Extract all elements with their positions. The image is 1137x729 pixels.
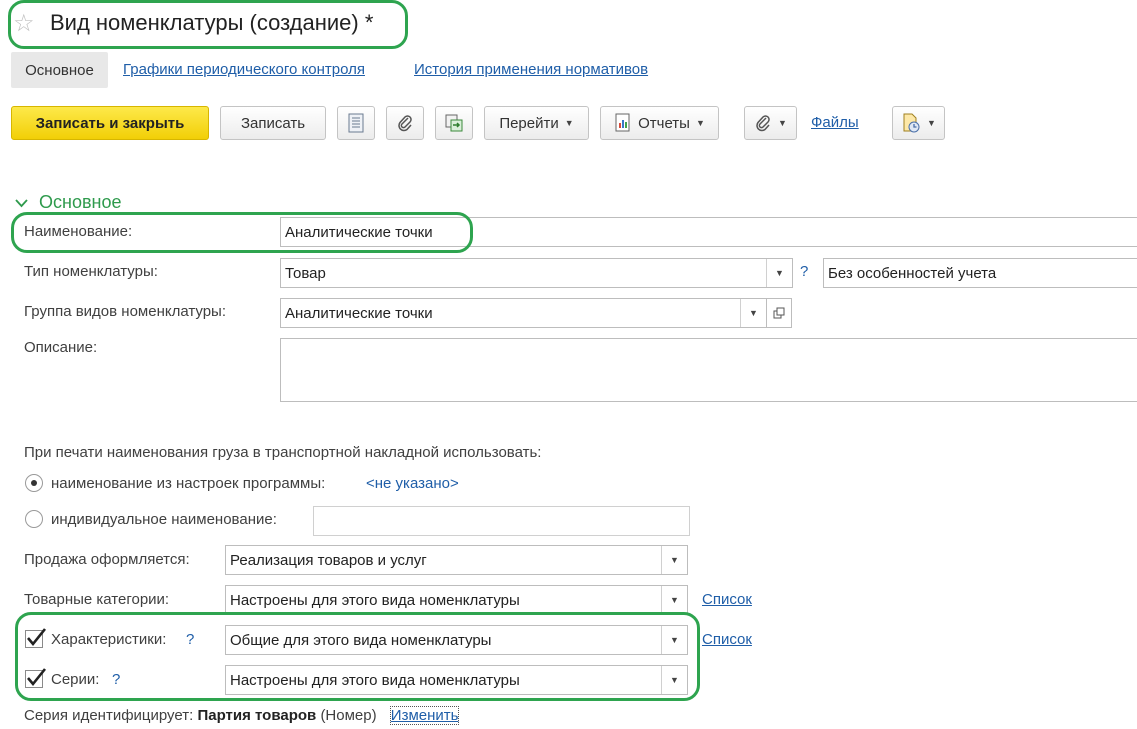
individual-name-input[interactable] [313, 506, 690, 536]
description-textarea[interactable] [280, 338, 1137, 402]
reports-label: Отчеты [638, 114, 690, 132]
attachments-menu-button[interactable]: ▼ [744, 106, 797, 140]
save-and-close-button[interactable]: Записать и закрыть [11, 106, 209, 140]
characteristics-value: Общие для этого вида номенклатуры [230, 631, 492, 649]
radio-individual-label: индивидуальное наименование: [51, 511, 277, 528]
type-label: Тип номенклатуры: [24, 263, 158, 280]
open-window-icon [773, 307, 785, 319]
page-title: Вид номенклатуры (создание) * [50, 10, 374, 35]
list-view-button[interactable] [337, 106, 375, 140]
save-button[interactable]: Записать [220, 106, 326, 140]
sale-label: Продажа оформляется: [24, 551, 190, 568]
favorite-star-icon[interactable]: ☆ [13, 9, 35, 38]
series-label: Серии: [51, 671, 100, 688]
group-label: Группа видов номенклатуры: [24, 303, 227, 320]
series-identifies-value: Партия товаров [197, 707, 317, 724]
characteristics-list-link[interactable]: Список [702, 631, 752, 648]
tab-norms-history[interactable]: История применения нормативов [414, 61, 648, 78]
series-change-link[interactable]: Изменить [389, 706, 460, 725]
section-header-main[interactable]: Основное [15, 192, 122, 213]
sale-select[interactable]: Реализация товаров и услуг ▼ [225, 545, 688, 575]
series-value: Настроены для этого вида номенклатуры [230, 671, 520, 689]
type-help-icon[interactable]: ? [800, 263, 808, 280]
categories-select[interactable]: Настроены для этого вида номенклатуры ▼ [225, 585, 688, 615]
chevron-down-icon [15, 195, 28, 211]
name-label: Наименование: [24, 223, 133, 240]
save-label: Записать [240, 114, 306, 132]
files-link[interactable]: Файлы [811, 114, 859, 131]
series-identifies-row: Серия идентифицирует: Партия товаров (Но… [24, 706, 460, 725]
section-title: Основное [39, 192, 122, 212]
structure-icon [445, 114, 463, 132]
chevron-down-icon: ▼ [695, 118, 705, 128]
chevron-down-icon: ▼ [927, 118, 936, 128]
paperclip-icon [398, 115, 412, 132]
goto-menu-button[interactable]: Перейти ▼ [484, 106, 589, 140]
characteristics-help-icon[interactable]: ? [186, 631, 194, 648]
type-value: Товар [285, 264, 326, 282]
structure-button[interactable] [435, 106, 473, 140]
print-caption: При печати наименования груза в транспор… [24, 444, 542, 461]
open-group-button[interactable] [766, 298, 792, 328]
categories-list-link[interactable]: Список [702, 591, 752, 608]
series-identifies-label: Серия идентифицирует: [24, 707, 194, 724]
checkmark-icon [27, 668, 47, 687]
chevron-down-icon[interactable]: ▼ [661, 666, 687, 694]
radio-settings-label: наименование из настроек программы: [51, 475, 326, 492]
name-input[interactable]: Аналитические точки [280, 217, 1137, 247]
tab-main[interactable]: Основное [11, 52, 108, 88]
characteristics-checkbox[interactable] [25, 628, 47, 648]
paperclip-icon [756, 115, 770, 132]
goto-label: Перейти [499, 114, 559, 132]
type-select[interactable]: Товар ▼ [280, 258, 793, 288]
radio-individual-name[interactable] [25, 510, 43, 528]
history-menu-button[interactable]: ▼ [892, 106, 945, 140]
chevron-down-icon[interactable]: ▼ [661, 586, 687, 614]
description-label: Описание: [24, 339, 98, 356]
chevron-down-icon: ▼ [564, 118, 574, 128]
reports-menu-button[interactable]: Отчеты ▼ [600, 106, 719, 140]
categories-value: Настроены для этого вида номенклатуры [230, 591, 520, 609]
document-list-icon [348, 113, 364, 133]
tab-periodic-control[interactable]: Графики периодического контроля [123, 61, 365, 78]
characteristics-label: Характеристики: [51, 631, 167, 648]
categories-label: Товарные категории: [24, 591, 170, 608]
series-help-icon[interactable]: ? [112, 671, 120, 688]
chevron-down-icon: ▼ [778, 118, 787, 128]
accounting-feature-field[interactable]: Без особенностей учета [823, 258, 1137, 288]
series-select[interactable]: Настроены для этого вида номенклатуры ▼ [225, 665, 688, 695]
chevron-down-icon[interactable]: ▼ [661, 546, 687, 574]
sale-value: Реализация товаров и услуг [230, 551, 427, 569]
series-checkbox[interactable] [25, 668, 47, 688]
group-select[interactable]: Аналитические точки ▼ [280, 298, 767, 328]
attach-button[interactable] [386, 106, 424, 140]
chevron-down-icon[interactable]: ▼ [766, 259, 792, 287]
document-clock-icon [903, 113, 920, 133]
radio-settings-name[interactable] [25, 474, 43, 492]
checkmark-icon [27, 628, 47, 647]
chevron-down-icon[interactable]: ▼ [740, 299, 766, 327]
report-icon [615, 113, 630, 132]
characteristics-select[interactable]: Общие для этого вида номенклатуры ▼ [225, 625, 688, 655]
settings-name-link[interactable]: <не указано> [366, 475, 459, 492]
group-value: Аналитические точки [285, 304, 433, 322]
chevron-down-icon[interactable]: ▼ [661, 626, 687, 654]
series-identifies-extra: (Номер) [320, 707, 377, 724]
save-and-close-label: Записать и закрыть [35, 114, 185, 132]
